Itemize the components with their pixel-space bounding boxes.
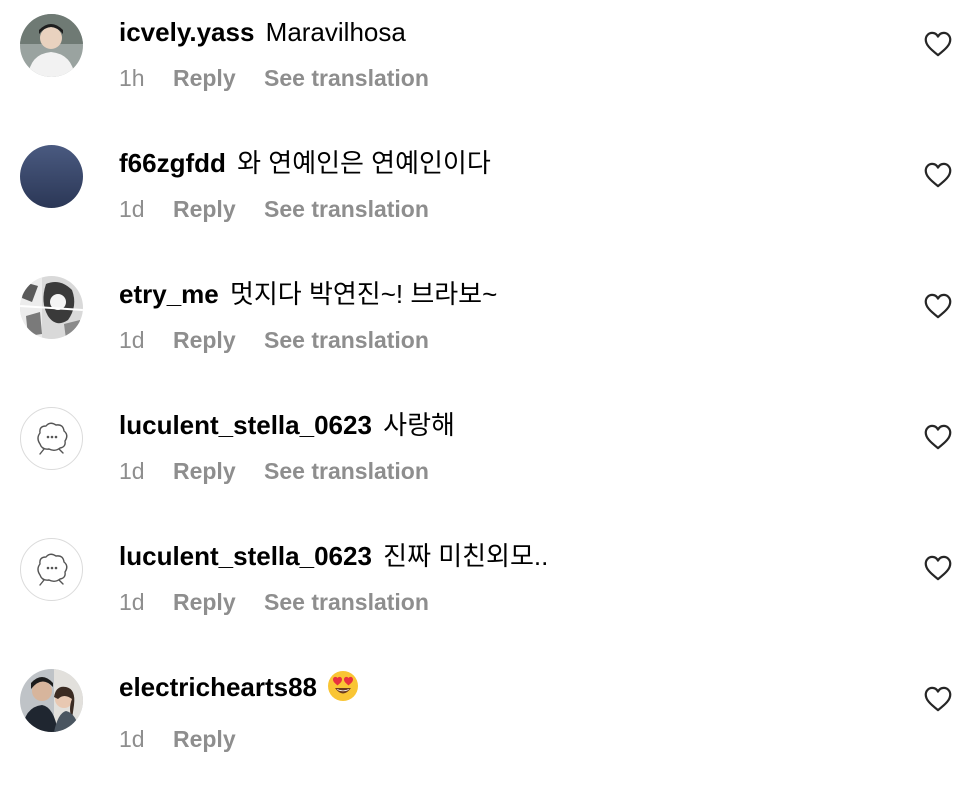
like-button[interactable]	[924, 293, 952, 319]
avatar-photo	[20, 14, 83, 77]
comment-item: icvely.yass Maravilhosa 1h Reply See tra…	[0, 0, 960, 131]
heart-outline-icon	[924, 686, 952, 712]
comment-item: electrichearts88 1d Reply	[0, 655, 960, 786]
comment-line: luculent_stella_0623 사랑해	[119, 407, 880, 443]
see-translation-button[interactable]: See translation	[264, 327, 429, 353]
comment-text: 멋지다 박연진~! 브라보~	[229, 279, 498, 309]
comment-meta: 1d Reply See translation	[119, 194, 880, 224]
comment-username[interactable]: electrichearts88	[119, 672, 317, 702]
reply-button[interactable]: Reply	[173, 196, 236, 222]
comment-item: luculent_stella_0623 진짜 미친외모.. 1d Reply …	[0, 524, 960, 655]
comment-username[interactable]: f66zgfdd	[119, 148, 226, 178]
comment-item: f66zgfdd 와 연예인은 연예인이다 1d Reply See trans…	[0, 131, 960, 262]
comment-meta: 1d Reply See translation	[119, 456, 880, 486]
see-translation-button[interactable]: See translation	[264, 589, 429, 615]
avatar[interactable]	[20, 669, 83, 732]
heart-outline-icon	[924, 555, 952, 581]
comment-meta: 1d Reply See translation	[119, 325, 880, 355]
comment-line: luculent_stella_0623 진짜 미친외모..	[119, 538, 880, 574]
comment-body: icvely.yass Maravilhosa 1h Reply See tra…	[119, 14, 880, 93]
like-button[interactable]	[924, 424, 952, 450]
avatar[interactable]	[20, 14, 83, 77]
avatar-photo	[20, 669, 83, 732]
see-translation-button[interactable]: See translation	[264, 458, 429, 484]
reply-button[interactable]: Reply	[173, 458, 236, 484]
heart-outline-icon	[924, 31, 952, 57]
avatar[interactable]	[20, 145, 83, 208]
reply-button[interactable]: Reply	[173, 726, 236, 752]
comment-meta: 1d Reply	[119, 724, 880, 754]
comment-body: f66zgfdd 와 연예인은 연예인이다 1d Reply See trans…	[119, 145, 880, 224]
reply-button[interactable]: Reply	[173, 327, 236, 353]
avatar[interactable]	[20, 407, 83, 470]
avatar[interactable]	[20, 276, 83, 339]
comment-line: icvely.yass Maravilhosa	[119, 14, 880, 50]
comment-body: etry_me 멋지다 박연진~! 브라보~ 1d Reply See tran…	[119, 276, 880, 355]
comment-body: electrichearts88 1d Reply	[119, 669, 880, 754]
see-translation-button[interactable]: See translation	[264, 196, 429, 222]
comment-text: 진짜 미친외모..	[383, 541, 549, 571]
comment-time[interactable]: 1d	[119, 589, 145, 615]
comment-line: electrichearts88	[119, 669, 880, 711]
comment-meta: 1d Reply See translation	[119, 587, 880, 617]
comment-username[interactable]: luculent_stella_0623	[119, 541, 372, 571]
like-button[interactable]	[924, 686, 952, 712]
heart-outline-icon	[924, 293, 952, 319]
comment-time[interactable]: 1h	[119, 65, 145, 91]
heart-outline-icon	[924, 424, 952, 450]
like-button[interactable]	[924, 162, 952, 188]
reply-button[interactable]: Reply	[173, 589, 236, 615]
comment-username[interactable]: luculent_stella_0623	[119, 410, 372, 440]
like-button[interactable]	[924, 555, 952, 581]
avatar-photo	[20, 145, 83, 208]
comment-item: luculent_stella_0623 사랑해 1d Reply See tr…	[0, 393, 960, 524]
comment-text: 사랑해	[383, 410, 455, 440]
avatar-photo	[20, 276, 83, 339]
comment-item: etry_me 멋지다 박연진~! 브라보~ 1d Reply See tran…	[0, 262, 960, 393]
comment-meta: 1h Reply See translation	[119, 63, 880, 93]
comment-username[interactable]: icvely.yass	[119, 17, 254, 47]
comment-text: Maravilhosa	[265, 17, 406, 47]
comment-time[interactable]: 1d	[119, 726, 145, 752]
default-avatar-icon	[37, 422, 68, 455]
comment-text: 와 연예인은 연예인이다	[237, 148, 491, 178]
comment-body: luculent_stella_0623 사랑해 1d Reply See tr…	[119, 407, 880, 486]
comment-time[interactable]: 1d	[119, 327, 145, 353]
comment-username[interactable]: etry_me	[119, 279, 219, 309]
reply-button[interactable]: Reply	[173, 65, 236, 91]
comment-line: f66zgfdd 와 연예인은 연예인이다	[119, 145, 880, 181]
default-avatar-icon	[37, 553, 68, 586]
comment-line: etry_me 멋지다 박연진~! 브라보~	[119, 276, 880, 312]
comment-list: icvely.yass Maravilhosa 1h Reply See tra…	[0, 0, 960, 766]
heart-outline-icon	[924, 162, 952, 188]
comment-body: luculent_stella_0623 진짜 미친외모.. 1d Reply …	[119, 538, 880, 617]
heart-eyes-emoji-icon	[327, 670, 359, 711]
avatar[interactable]	[20, 538, 83, 601]
see-translation-button[interactable]: See translation	[264, 65, 429, 91]
like-button[interactable]	[924, 31, 952, 57]
comment-time[interactable]: 1d	[119, 196, 145, 222]
comment-time[interactable]: 1d	[119, 458, 145, 484]
